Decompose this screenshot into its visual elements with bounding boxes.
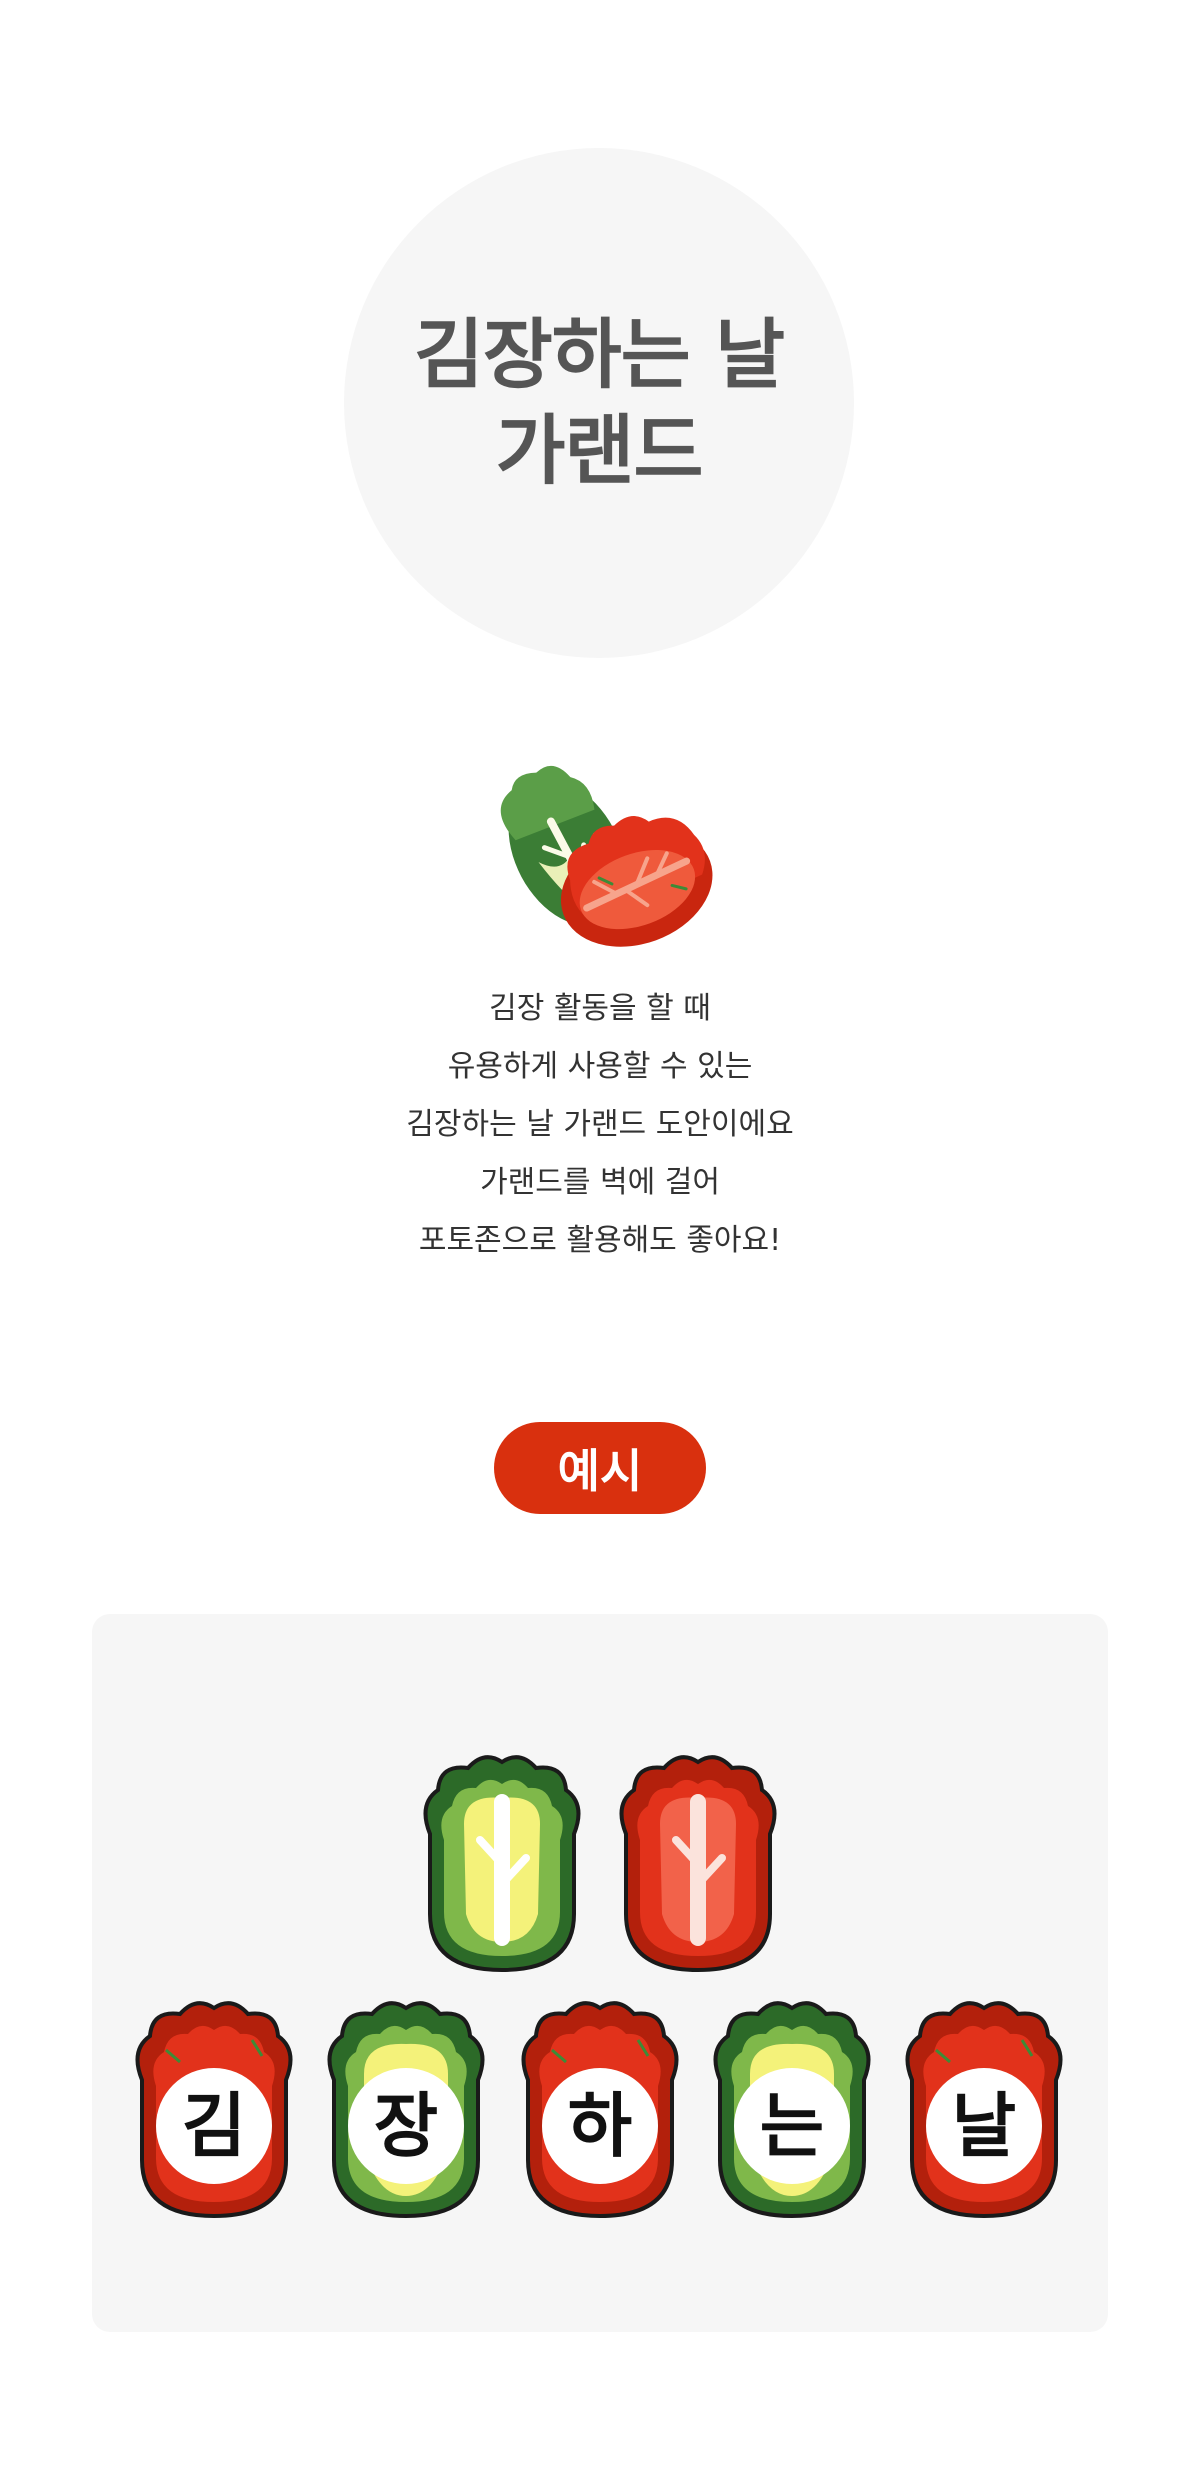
garland-piece-letter: 김 xyxy=(135,2001,293,2218)
garland-letter: 김 xyxy=(182,2085,246,2167)
garland-example: 김 장 하 는 날 xyxy=(135,1755,1063,2218)
garland-piece-letter: 장 xyxy=(327,2001,485,2218)
description-line: 김장 활동을 할 때 xyxy=(489,991,711,1026)
garland-piece-letter: 하 xyxy=(521,2001,679,2218)
title-circle: 김장하는 날 가랜드 xyxy=(344,148,854,658)
description-line: 유용하게 사용할 수 있는 xyxy=(447,1049,753,1084)
description-line: 가랜드를 벽에 걸어 xyxy=(480,1165,720,1200)
example-badge-label: 예시 xyxy=(557,1444,643,1498)
page-title-line-2: 가랜드 xyxy=(495,406,704,495)
garland-piece-letter: 날 xyxy=(905,2001,1063,2218)
garland-piece-kimchi xyxy=(619,1755,777,1972)
garland-letter: 는 xyxy=(760,2085,824,2167)
garland-letter: 장 xyxy=(374,2085,438,2167)
garland-piece-letter: 는 xyxy=(713,2001,871,2218)
description-text: 김장 활동을 할 때 유용하게 사용할 수 있는 김장하는 날 가랜드 도안이에… xyxy=(300,980,900,1270)
garland-letter: 하 xyxy=(568,2085,632,2167)
description-line: 김장하는 날 가랜드 도안이에요 xyxy=(406,1107,794,1142)
description-line: 포토존으로 활용해도 좋아요! xyxy=(418,1223,782,1258)
garland-letter: 날 xyxy=(952,2085,1016,2167)
napa-cabbage-and-kimchi-icon xyxy=(500,765,713,947)
page-title-line-1: 김장하는 날 xyxy=(413,310,785,399)
example-badge: 예시 xyxy=(494,1422,706,1514)
garland-piece-cabbage xyxy=(423,1755,581,1972)
